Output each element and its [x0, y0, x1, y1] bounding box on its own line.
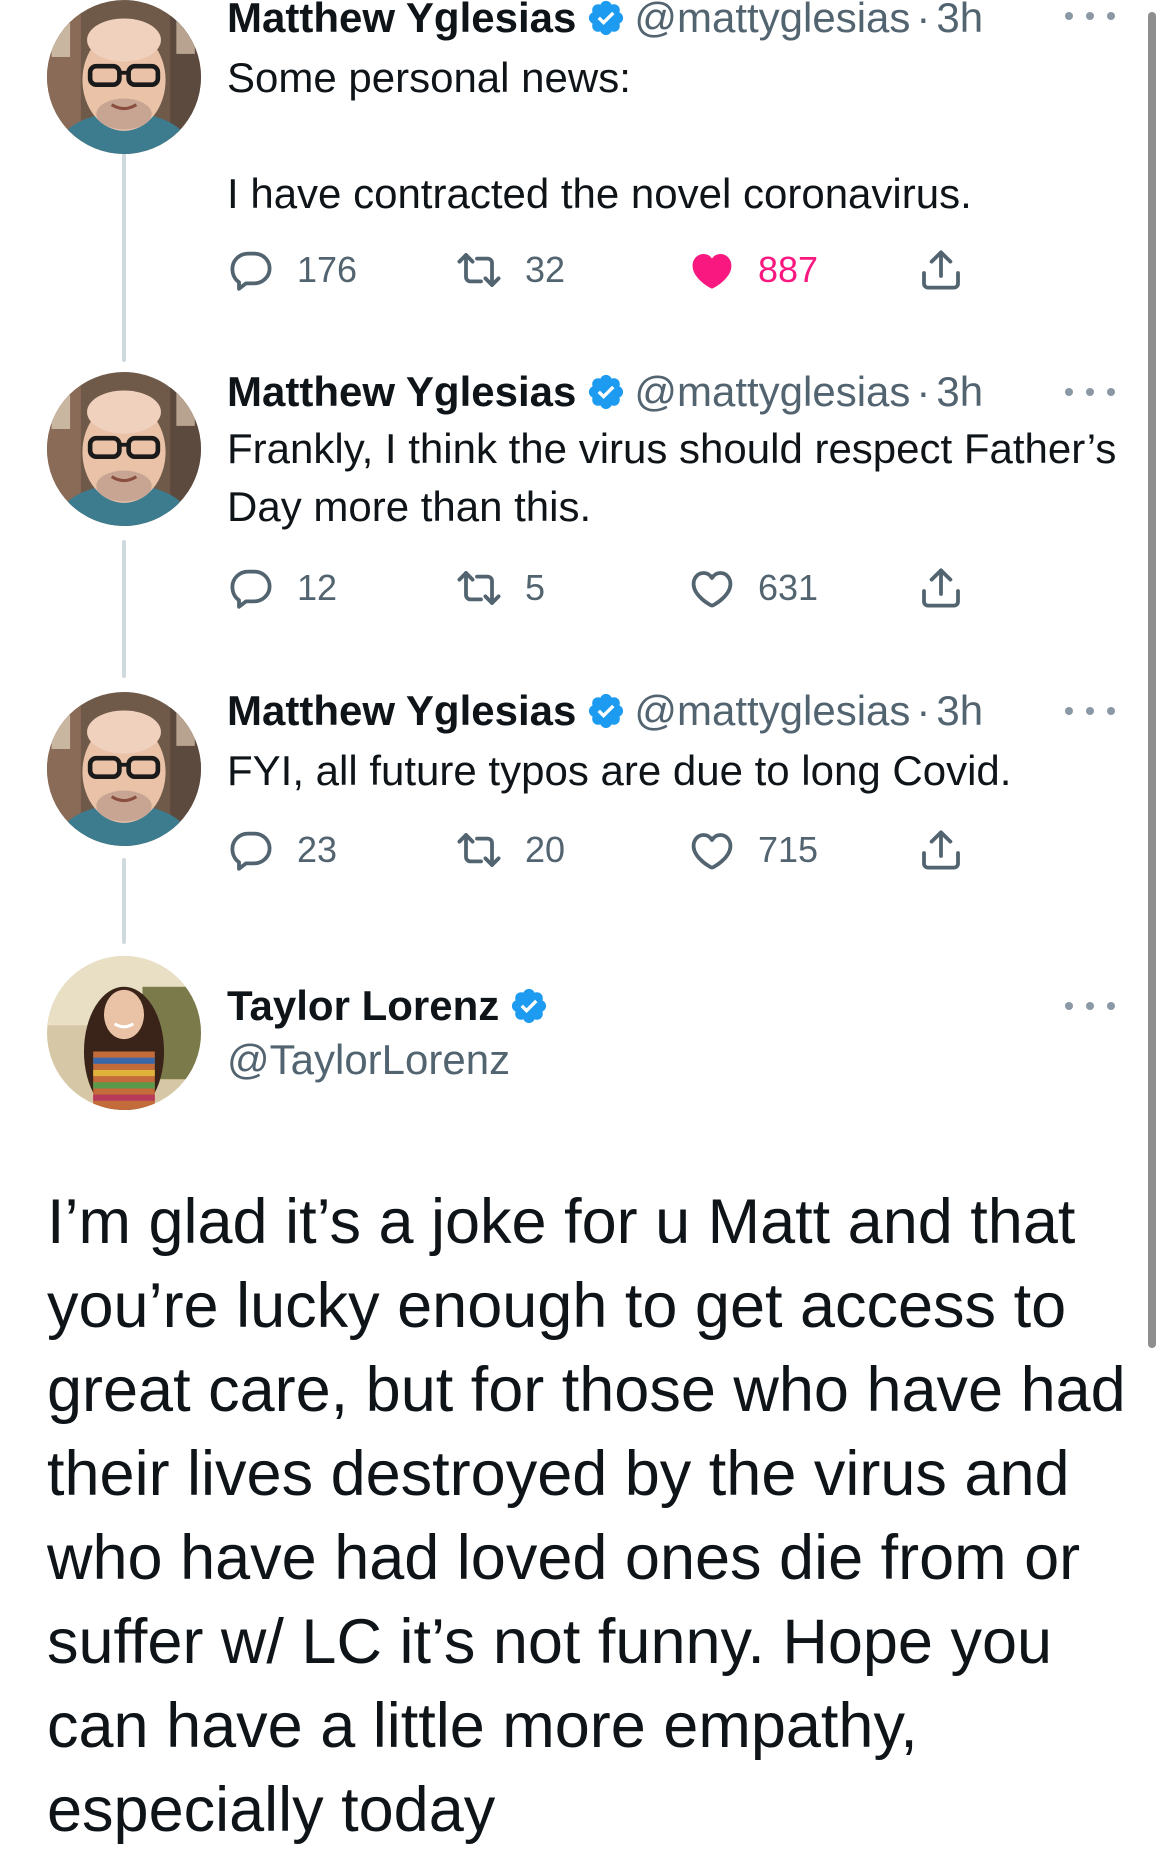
- author-name[interactable]: Matthew Yglesias: [227, 0, 576, 48]
- heart-icon: [688, 246, 736, 294]
- author-handle[interactable]: @mattyglesias: [634, 362, 910, 422]
- share-icon: [917, 826, 965, 874]
- reply-bubble-icon: [227, 246, 275, 294]
- retweet-icon: [455, 246, 503, 294]
- like-button[interactable]: 715: [688, 820, 818, 880]
- reply-count: 176: [297, 249, 358, 290]
- retweet-count: 32: [525, 249, 566, 290]
- tweet-header: Matthew Yglesias @mattyglesias · 3h: [227, 362, 1121, 422]
- timestamp[interactable]: 3h: [936, 681, 983, 741]
- like-button[interactable]: 631: [688, 558, 818, 618]
- separator: ·: [916, 0, 931, 41]
- like-button[interactable]: 887: [688, 240, 818, 300]
- share-button[interactable]: [917, 820, 965, 880]
- avatar[interactable]: [47, 0, 201, 154]
- tweet-actions: 23 20 715: [227, 820, 987, 880]
- reply-button[interactable]: 176: [227, 240, 357, 300]
- more-dots-icon[interactable]: [1065, 6, 1115, 26]
- timestamp[interactable]: 3h: [936, 0, 983, 48]
- like-count: 715: [758, 829, 819, 870]
- verified-badge-icon: [509, 986, 549, 1026]
- share-button[interactable]: [917, 558, 965, 618]
- more-dots-icon[interactable]: [1065, 996, 1115, 1016]
- author-handle-row: @TaylorLorenz: [227, 1030, 1121, 1090]
- heart-icon: [688, 564, 736, 612]
- like-count: 887: [758, 249, 819, 290]
- thread-line: [122, 140, 126, 362]
- avatar[interactable]: [47, 956, 201, 1110]
- tweet-header: Matthew Yglesias @mattyglesias · 3h: [227, 0, 1121, 48]
- retweet-icon: [455, 826, 503, 874]
- thread-line: [122, 540, 126, 678]
- author-name[interactable]: Matthew Yglesias: [227, 681, 576, 741]
- scrollbar[interactable]: [1148, 12, 1156, 1348]
- retweet-count: 20: [525, 829, 566, 870]
- author-handle[interactable]: @mattyglesias: [634, 681, 910, 741]
- verified-badge-icon: [586, 0, 626, 38]
- timestamp[interactable]: 3h: [936, 362, 983, 422]
- retweet-button[interactable]: 20: [455, 820, 565, 880]
- more-dots-icon[interactable]: [1065, 382, 1115, 402]
- separator: ·: [916, 368, 931, 415]
- reply-count: 23: [297, 829, 338, 870]
- thread-line: [122, 858, 126, 944]
- tweet-header: Matthew Yglesias @mattyglesias · 3h: [227, 681, 1121, 741]
- tweet-text: FYI, all future typos are due to long Co…: [227, 747, 1012, 794]
- author-handle[interactable]: @TaylorLorenz: [227, 1030, 510, 1090]
- retweet-icon: [455, 564, 503, 612]
- retweet-button[interactable]: 32: [455, 240, 565, 300]
- tweet-text: Frankly, I think the virus should respec…: [227, 425, 1117, 530]
- more-dots-icon[interactable]: [1065, 701, 1115, 721]
- author-name[interactable]: Matthew Yglesias: [227, 362, 576, 422]
- verified-badge-icon: [586, 691, 626, 731]
- like-count: 631: [758, 567, 819, 608]
- reply-button[interactable]: 12: [227, 558, 337, 618]
- reply-button[interactable]: 23: [227, 820, 337, 880]
- tweet-text: Some personal news: I have contracted th…: [227, 54, 972, 217]
- retweet-button[interactable]: 5: [455, 558, 545, 618]
- share-icon: [917, 246, 965, 294]
- reply-bubble-icon: [227, 826, 275, 874]
- avatar[interactable]: [47, 372, 201, 526]
- share-button[interactable]: [917, 240, 965, 300]
- retweet-count: 5: [525, 567, 546, 608]
- separator: ·: [916, 687, 931, 734]
- share-icon: [917, 564, 965, 612]
- author-handle[interactable]: @mattyglesias: [634, 0, 910, 48]
- tweet-actions: 176 32 887: [227, 240, 987, 300]
- reply-count: 12: [297, 567, 338, 608]
- verified-badge-icon: [586, 372, 626, 412]
- author-name[interactable]: Taylor Lorenz: [227, 976, 499, 1036]
- heart-icon: [688, 826, 736, 874]
- reply-bubble-icon: [227, 564, 275, 612]
- avatar[interactable]: [47, 692, 201, 846]
- reply-text: I’m glad it’s a joke for u Matt and that…: [47, 1187, 1126, 1845]
- tweet-header: Taylor Lorenz: [227, 976, 1121, 1036]
- tweet-actions: 12 5 631: [227, 558, 987, 618]
